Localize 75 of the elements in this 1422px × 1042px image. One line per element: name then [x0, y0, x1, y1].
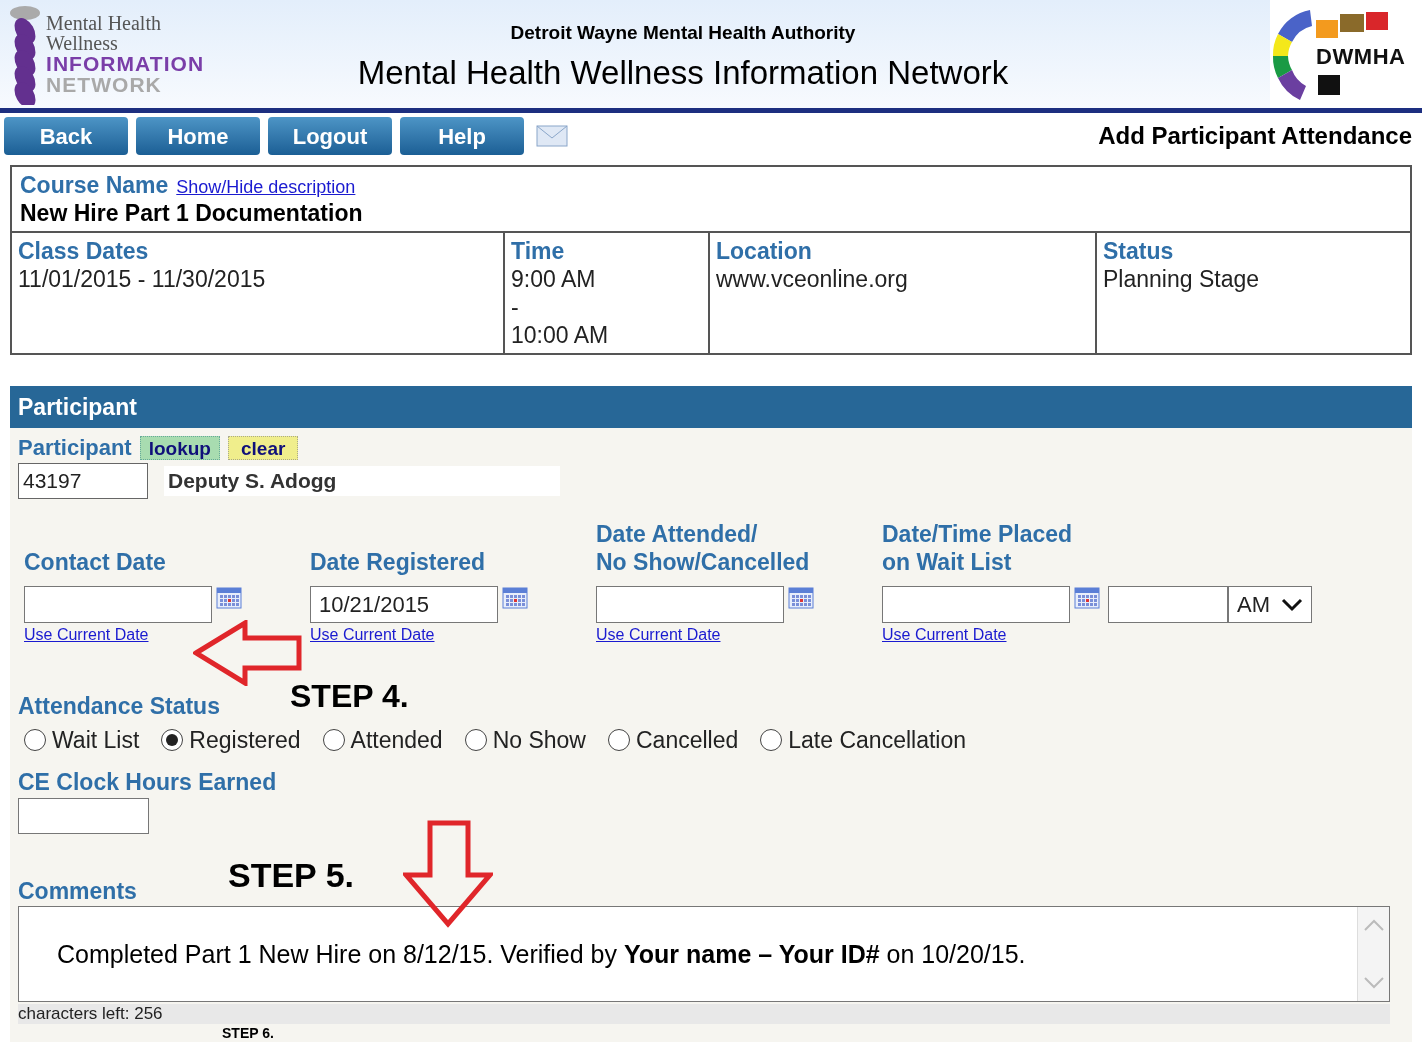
field-value: - [511, 293, 519, 321]
date-field[interactable] [24, 586, 212, 623]
step-label: STEP 5. [228, 858, 354, 892]
field-label: Contact Date [24, 548, 167, 576]
field-value: Planning Stage [1103, 265, 1259, 293]
field-label: Course Name [20, 171, 169, 199]
date-field[interactable]: 10/21/2015 [310, 586, 498, 623]
ampm-select[interactable]: AM [1228, 586, 1312, 623]
nav-button[interactable]: Home [136, 117, 260, 155]
course-name: New Hire Part 1 Documentation [20, 199, 363, 227]
use-current-date-link[interactable]: Use Current Date [310, 626, 435, 644]
chevron-down-icon [1281, 597, 1303, 612]
field-label: No Show/Cancelled [596, 548, 811, 576]
participant-id-field[interactable]: 43197 [18, 463, 148, 499]
clear-button[interactable]: clear [228, 436, 299, 460]
field-value: 9:00 AM [511, 265, 596, 293]
field-label: Time [511, 237, 566, 265]
field-value: 11/01/2015 - 11/30/2015 [18, 265, 266, 293]
site-title: Mental Health Wellness Information Network [357, 52, 1009, 93]
field-label: Date Registered [310, 548, 487, 576]
field-label: Class Dates [18, 237, 150, 265]
comments-field[interactable]: Completed Part 1 New Hire on 8/12/15. Verified by Your name – Your ID# on 10/20/15. [18, 906, 1390, 1002]
nav-button[interactable]: Back [4, 117, 128, 155]
field-label: on Wait List [882, 548, 1013, 576]
logo-text: Wellness [46, 33, 119, 53]
dwmha-logo-text: DWMHA [1316, 42, 1406, 71]
ce-hours-field[interactable] [18, 798, 149, 834]
use-current-date-link[interactable]: Use Current Date [596, 626, 721, 644]
date-field[interactable] [596, 586, 784, 623]
field-label: Date/Time Placed [882, 520, 1074, 548]
radio-button[interactable] [24, 729, 46, 751]
radio-button[interactable] [161, 729, 184, 751]
organization-name: Detroit Wayne Mental Health Authority [510, 21, 856, 45]
radio-label: Wait List [52, 726, 140, 754]
field-value: 10:00 AM [511, 321, 609, 349]
logo-text: NETWORK [46, 74, 163, 95]
participant-name: Deputy S. Adogg [164, 466, 560, 496]
radio-button[interactable] [608, 729, 630, 751]
radio-label: No Show [492, 726, 586, 754]
calendar-icon[interactable] [1074, 586, 1100, 610]
use-current-date-link[interactable]: Use Current Date [24, 626, 149, 644]
field-label: Location [716, 237, 813, 265]
field-label: CE Clock Hours Earned [18, 768, 277, 796]
radio-button[interactable] [464, 729, 487, 751]
radio-label: Registered [189, 726, 301, 754]
radio-button[interactable] [322, 729, 345, 751]
step-label: STEP 4. [290, 680, 409, 712]
field-label: Date Attended/ [596, 520, 759, 548]
field-label: Attendance Status [18, 693, 220, 719]
section-header: Participant [10, 386, 1412, 428]
field-label: Comments [18, 878, 137, 904]
field-value: www.vceonline.org [716, 265, 908, 293]
logo-text: INFORMATION [46, 53, 206, 74]
field-label: Status [1103, 237, 1175, 265]
radio-label: Late Cancellation [788, 726, 966, 754]
step-label: STEP 6. [222, 1026, 274, 1040]
radio-label: Attended [350, 726, 443, 754]
nav-button[interactable]: Help [400, 117, 524, 155]
radio-button[interactable] [760, 729, 783, 751]
show-hide-description-link[interactable]: Show/Hide description [176, 176, 356, 198]
time-field[interactable] [1108, 586, 1228, 623]
nav-button[interactable]: Logout [268, 117, 392, 155]
logo-text: Mental Health [46, 13, 162, 33]
logo-mark-icon [8, 3, 42, 105]
field-label: Participant [18, 435, 132, 461]
calendar-icon[interactable] [216, 586, 242, 610]
lookup-button[interactable]: lookup [139, 436, 220, 460]
characters-left: characters left: 256 [18, 1004, 163, 1024]
use-current-date-link[interactable]: Use Current Date [882, 626, 1007, 644]
calendar-icon[interactable] [502, 586, 528, 610]
radio-label: Cancelled [636, 726, 739, 754]
page-title: Add Participant Attendance [1098, 121, 1412, 151]
comment-text: Completed Part 1 New Hire on 8/12/15. Verified by Your name – Your ID# on 10/20/15. [57, 939, 1026, 969]
calendar-icon[interactable] [788, 586, 814, 610]
date-field[interactable] [882, 586, 1070, 623]
